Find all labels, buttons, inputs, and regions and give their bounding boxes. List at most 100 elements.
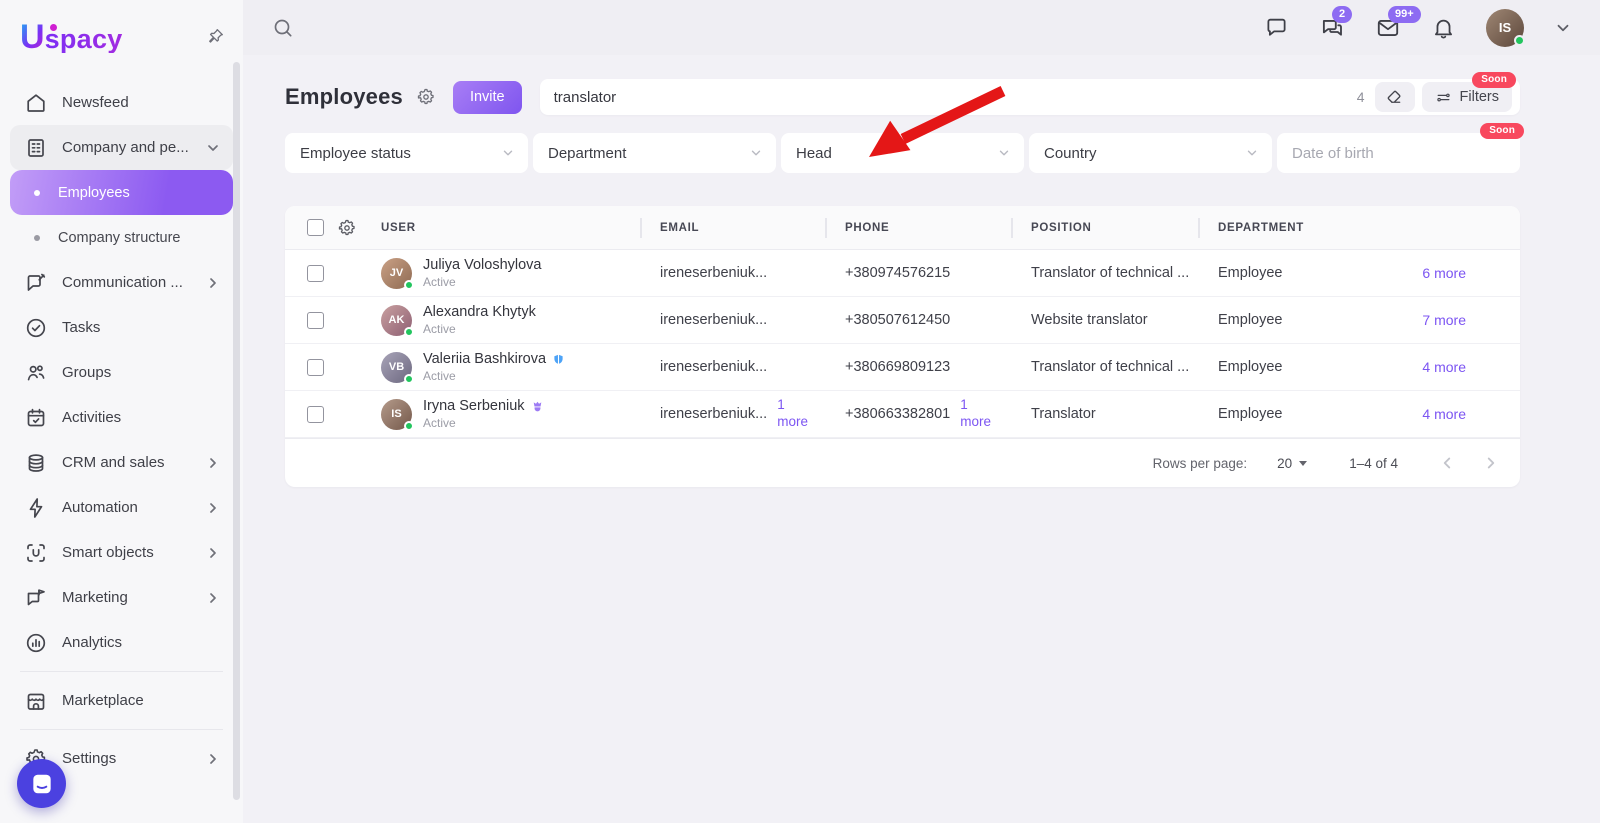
previous-page-icon[interactable] [1438,454,1456,472]
soon-badge: Soon [1480,123,1524,139]
sidebar-item-crm-and-sales[interactable]: CRM and sales [10,440,233,485]
next-page-icon[interactable] [1482,454,1500,472]
bullet-icon [34,235,40,241]
chevron-right-icon [205,751,221,767]
sidebar-item-marketplace[interactable]: Marketplace [10,678,233,723]
online-status-dot [404,374,414,384]
employee-name[interactable]: Alexandra Khytyk [423,304,536,320]
analytics-icon [24,631,48,655]
mail-badge: 99+ [1388,6,1421,23]
bell-icon[interactable] [1431,15,1456,40]
more-departments-link[interactable]: 7 more [1422,312,1466,328]
chat-icon [24,271,48,295]
avatar[interactable]: JV [381,258,412,289]
rows-per-page-select[interactable]: 20 [1277,456,1307,471]
employee-email: ireneserbeniuk... [660,359,767,375]
sidebar-item-analytics[interactable]: Analytics [10,620,233,665]
sidebar-item-employees[interactable]: Employees [10,170,233,215]
chevron-down-icon[interactable] [1554,19,1572,37]
invite-button[interactable]: Invite [453,81,522,114]
employee-name[interactable]: Iryna Serbeniuk [423,398,525,414]
online-status-dot [1514,35,1525,46]
employee-phone: +380507612450 [845,312,950,328]
sidebar-item-marketing[interactable]: Marketing [10,575,233,620]
column-header-user[interactable]: USER [381,206,640,249]
row-checkbox[interactable] [307,406,324,423]
employee-name[interactable]: Valeriia Bashkirova [423,351,546,367]
employee-department: Employee [1218,406,1282,422]
sidebar-item-automation[interactable]: Automation [10,485,233,530]
chevron-right-icon [205,590,221,606]
uspacy-logo[interactable]: U spacy [20,20,123,54]
sidebar-item-smart-objects[interactable]: Smart objects [10,530,233,575]
page-settings-gear-icon[interactable] [416,87,436,107]
sidebar-item-communication[interactable]: Communication ... [10,260,233,305]
filters-button[interactable]: Filters Soon [1422,82,1512,112]
employee-name[interactable]: Juliya Voloshylova [423,257,542,273]
more-phones-link[interactable]: 1 more [960,397,998,431]
table-settings-gear-icon[interactable] [337,218,357,238]
main-area: 2 99+ IS Employees Invite [243,0,1600,823]
chevron-right-icon [205,275,221,291]
page-range: 1–4 of 4 [1349,456,1398,471]
sidebar-item-company-structure[interactable]: Company structure [10,215,233,260]
sidebar-nav: Newsfeed Company and pe... Employees Com… [0,68,243,781]
row-checkbox[interactable] [307,359,324,376]
filter-employee-status[interactable]: Employee status [285,133,528,173]
filter-country[interactable]: Country [1029,133,1272,173]
table-row[interactable]: AK Alexandra Khytyk Active ireneserbeniu… [285,297,1520,344]
avatar-initials: IS [1499,20,1511,35]
row-checkbox[interactable] [307,265,324,282]
column-header-email[interactable]: EMAIL [640,218,825,238]
chevron-down-icon [749,146,763,160]
employees-table: USER EMAIL PHONE POSITION DEPARTMENT JV … [285,206,1520,487]
logo-dot [50,24,57,31]
row-checkbox[interactable] [307,312,324,329]
column-header-phone[interactable]: PHONE [825,218,1011,238]
divider [20,729,223,730]
sidebar-item-label: Marketplace [62,692,144,709]
clear-search-button[interactable] [1375,82,1415,112]
sidebar-item-label: Settings [62,750,116,767]
intercom-chat-button[interactable] [17,759,66,808]
sidebar-item-company-and-people[interactable]: Company and pe... [10,125,233,170]
building-icon [24,136,48,160]
table-row[interactable]: JV Juliya Voloshylova Active ireneserben… [285,250,1520,297]
global-search-icon[interactable] [271,16,295,40]
avatar[interactable]: AK [381,305,412,336]
select-all-checkbox[interactable] [307,219,324,236]
sidebar-item-groups[interactable]: Groups [10,350,233,395]
chats-icon[interactable]: 2 [1319,15,1345,41]
avatar[interactable]: IS [381,399,412,430]
table-row[interactable]: IS Iryna Serbeniuk Active ireneserbeniuk… [285,391,1520,438]
more-emails-link[interactable]: 1 more [777,397,815,431]
filter-department[interactable]: Department [533,133,776,173]
mail-icon[interactable]: 99+ [1375,15,1401,41]
shield-badge-icon [552,353,565,366]
sidebar-item-label: Groups [62,364,111,381]
filter-head[interactable]: Head [781,133,1024,173]
column-header-position[interactable]: POSITION [1011,218,1198,238]
employee-department: Employee [1218,312,1282,328]
more-departments-link[interactable]: 6 more [1422,265,1466,281]
employee-search-input[interactable] [544,89,1353,106]
sidebar-item-newsfeed[interactable]: Newsfeed [10,80,233,125]
online-status-dot [404,280,414,290]
employee-status: Active [423,322,536,336]
avatar[interactable]: VB [381,352,412,383]
comment-icon[interactable] [1264,15,1289,40]
more-departments-link[interactable]: 4 more [1422,406,1466,422]
search-result-count: 4 [1357,89,1365,105]
sidebar-scrollbar[interactable] [233,62,240,800]
column-header-department[interactable]: DEPARTMENT [1198,218,1520,238]
pin-sidebar-icon[interactable] [205,27,225,47]
sidebar-item-activities[interactable]: Activities [10,395,233,440]
topbar: 2 99+ IS [243,0,1600,55]
user-avatar[interactable]: IS [1486,9,1524,47]
table-row[interactable]: VB Valeriia Bashkirova Active ireneserbe… [285,344,1520,391]
sidebar-item-tasks[interactable]: Tasks [10,305,233,350]
online-status-dot [404,327,414,337]
employee-email: ireneserbeniuk... [660,312,767,328]
sidebar-item-label: Company and pe... [62,139,189,156]
more-departments-link[interactable]: 4 more [1422,359,1466,375]
